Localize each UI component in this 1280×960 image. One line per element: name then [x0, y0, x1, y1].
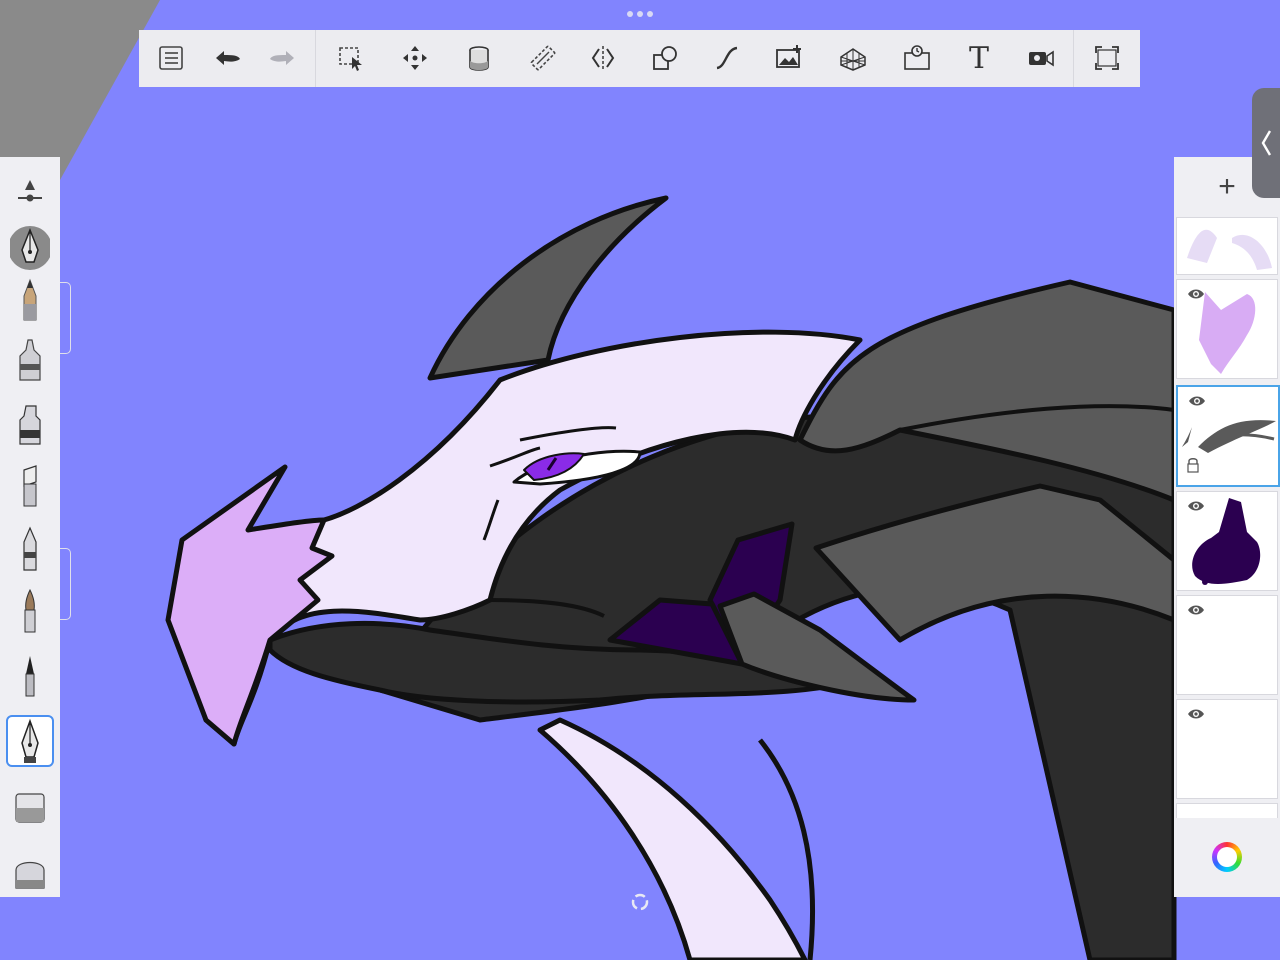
fullscreen-icon — [1095, 46, 1119, 70]
layer-panel: + — [1174, 157, 1280, 897]
brush-smudge[interactable] — [6, 845, 54, 899]
layer-empty-1[interactable] — [1176, 595, 1278, 695]
symmetry-icon — [591, 46, 615, 70]
toolbar-separator — [1073, 30, 1074, 87]
shapes-button[interactable] — [645, 38, 685, 78]
brush-inking-pen[interactable] — [6, 715, 54, 767]
layer-thumbnail — [1187, 229, 1272, 270]
eye-icon[interactable] — [1187, 708, 1205, 720]
selection-button[interactable] — [331, 38, 371, 78]
toolbar-grab-handle[interactable] — [622, 6, 658, 22]
perspective-button[interactable] — [833, 38, 873, 78]
chisel-icon — [23, 465, 37, 507]
list-icon — [159, 46, 183, 70]
transform-button[interactable] — [395, 38, 435, 78]
brush-settings-button[interactable] — [6, 163, 54, 217]
ruler-icon — [530, 45, 556, 71]
layer-face-highlights[interactable] — [1176, 217, 1278, 275]
gallery-button[interactable] — [151, 38, 191, 78]
fill-button[interactable] — [459, 38, 499, 78]
redo-icon — [270, 51, 294, 65]
fine-brush-icon — [25, 656, 35, 697]
layer-partial[interactable] — [1176, 803, 1278, 818]
text-button[interactable]: T — [959, 38, 999, 78]
brush-opacity-slider[interactable] — [60, 548, 71, 620]
brush-eraser[interactable] — [6, 781, 54, 835]
brush-airbrush[interactable] — [6, 333, 54, 387]
marker-icon — [19, 405, 41, 445]
shapes-icon — [653, 46, 677, 70]
top-toolbar: T — [139, 30, 1140, 87]
ballpoint-icon — [23, 526, 37, 571]
eye-icon[interactable] — [1187, 500, 1205, 512]
airbrush-icon — [19, 339, 41, 381]
perspective-grid-icon — [840, 48, 866, 71]
eye-icon[interactable] — [1187, 288, 1205, 300]
brush-library — [0, 157, 60, 897]
layer-empty-2[interactable] — [1176, 699, 1278, 799]
plus-icon: + — [1218, 170, 1236, 203]
fullscreen-button[interactable] — [1087, 38, 1127, 78]
video-icon — [1029, 50, 1054, 67]
pen-nib-icon — [10, 226, 50, 270]
brush-size-slider[interactable] — [60, 282, 71, 354]
brush-settings-icon — [18, 180, 42, 202]
smudge-icon — [15, 861, 45, 889]
undo-button[interactable] — [207, 38, 247, 78]
add-image-button[interactable] — [769, 38, 809, 78]
canvas-rotate-icon[interactable] — [630, 892, 650, 912]
text-icon: T — [968, 40, 989, 76]
curve-button[interactable] — [707, 38, 747, 78]
brush-chisel[interactable] — [6, 459, 54, 513]
symmetry-button[interactable] — [583, 38, 623, 78]
toolbar-separator — [315, 30, 316, 87]
layer-beak-lilac[interactable] — [1176, 279, 1278, 379]
brush-marker[interactable] — [6, 397, 54, 451]
image-add-icon — [776, 45, 801, 68]
record-button[interactable] — [1021, 38, 1061, 78]
brush-pencil[interactable] — [6, 273, 54, 327]
brush-paintbrush[interactable] — [6, 585, 54, 639]
lock-icon[interactable] — [1186, 457, 1200, 473]
inking-pen-icon — [21, 718, 39, 763]
paintbrush-icon — [24, 588, 36, 633]
selection-icon — [339, 47, 362, 71]
brush-fine[interactable] — [6, 649, 54, 703]
timelapse-icon — [904, 45, 930, 70]
move-icon — [403, 46, 427, 70]
layer-horns-gray[interactable] — [1176, 385, 1280, 487]
paint-bucket-icon — [469, 46, 489, 71]
drawing-canvas[interactable] — [0, 0, 1280, 960]
layer-purple-scales[interactable] — [1176, 491, 1278, 591]
timelapse-button[interactable] — [897, 38, 937, 78]
layer-panel-toggle[interactable] — [1252, 88, 1280, 198]
eraser-icon — [15, 793, 45, 823]
curve-icon — [716, 46, 738, 70]
eye-icon[interactable] — [1187, 604, 1205, 616]
color-picker-button[interactable] — [1212, 842, 1242, 872]
ruler-button[interactable] — [523, 38, 563, 78]
brush-current[interactable] — [6, 219, 54, 273]
pencil-icon — [23, 278, 37, 321]
chevron-left-icon — [1261, 130, 1272, 156]
eye-icon[interactable] — [1188, 395, 1206, 407]
undo-icon — [216, 51, 240, 65]
brush-ballpoint[interactable] — [6, 523, 54, 577]
redo-button[interactable] — [263, 38, 303, 78]
